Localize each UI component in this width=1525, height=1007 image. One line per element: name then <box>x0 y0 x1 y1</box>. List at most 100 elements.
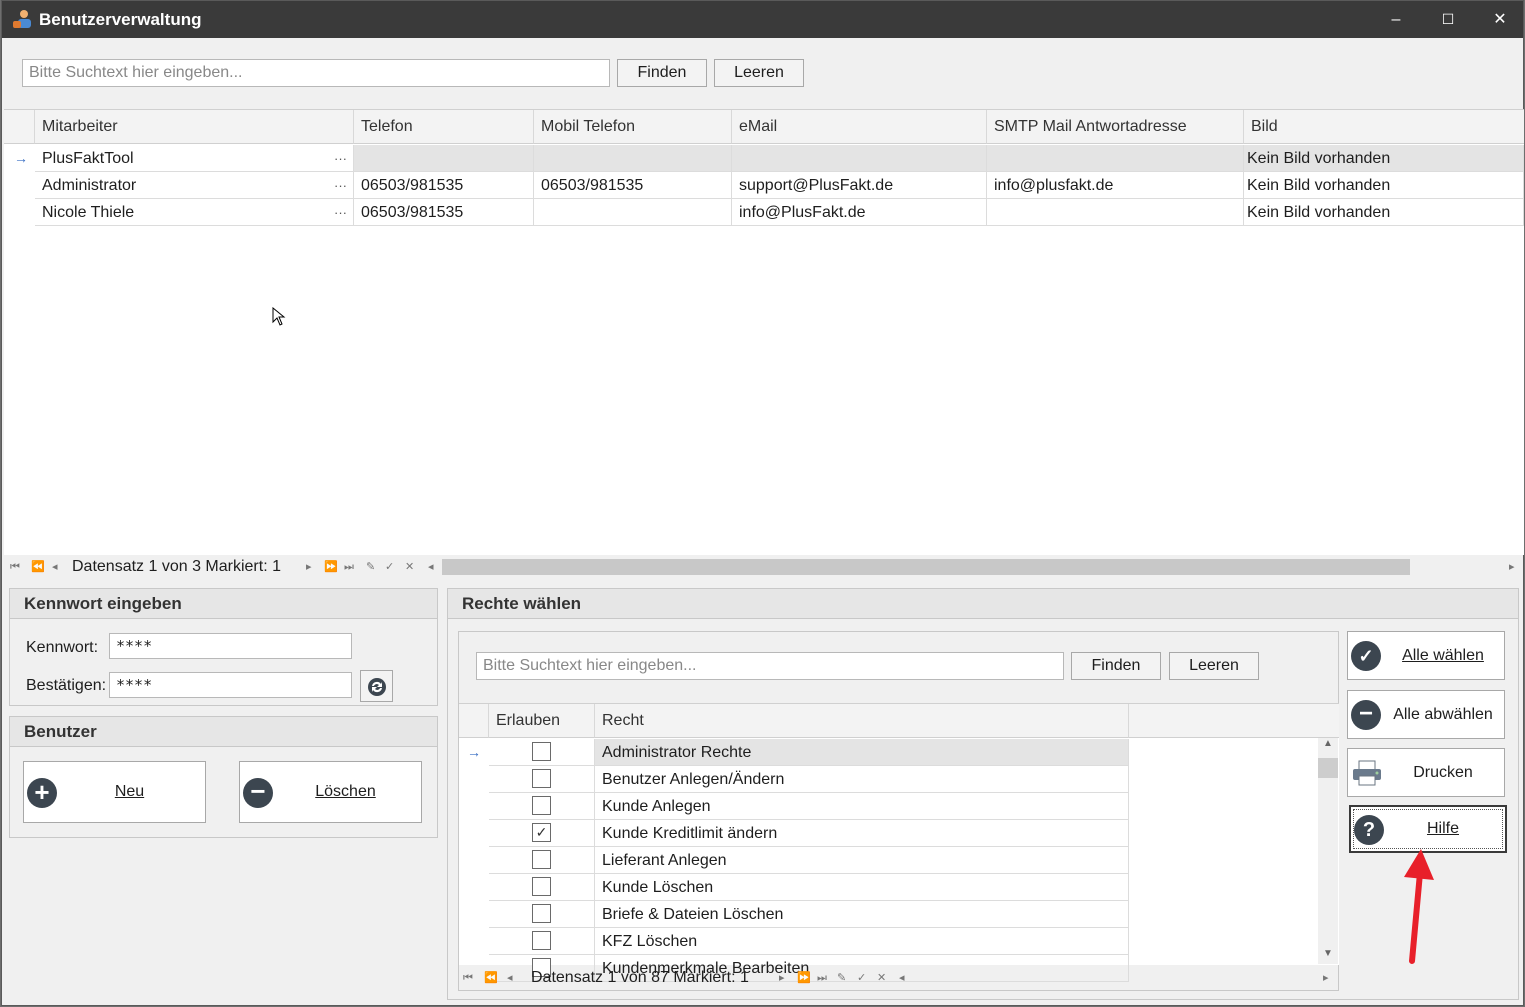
table-cell-recht[interactable]: Kunde Kreditlimit ändern <box>595 820 1129 847</box>
nav-first-icon[interactable]: ⏮ <box>463 967 473 989</box>
table-cell-mobil[interactable] <box>534 145 732 172</box>
nav-prev-page-icon[interactable]: ⏪ <box>31 556 45 578</box>
select-all-button[interactable]: ✓ Alle wählen <box>1347 631 1505 680</box>
ellipsis-button[interactable]: ··· <box>334 145 347 171</box>
minimize-button[interactable]: – <box>1370 1 1422 38</box>
allow-checkbox[interactable]: ✓ <box>532 823 551 842</box>
nav-prev-icon[interactable]: ◂ <box>52 556 58 578</box>
user-find-button[interactable]: Finden <box>617 59 707 87</box>
rights-clear-button[interactable]: Leeren <box>1169 652 1259 680</box>
allow-checkbox[interactable] <box>532 742 551 761</box>
nav-prev-page-icon[interactable]: ⏪ <box>484 967 498 989</box>
print-button[interactable]: Drucken <box>1347 748 1505 797</box>
table-cell-erlauben[interactable] <box>489 739 595 766</box>
allow-checkbox[interactable] <box>532 769 551 788</box>
table-cell-email[interactable] <box>732 145 987 172</box>
table-cell-bild[interactable]: Kein Bild vorhanden <box>1244 199 1524 226</box>
nav-next-page-icon[interactable]: ⏩ <box>797 967 811 989</box>
scroll-left-icon[interactable]: ◂ <box>428 556 434 578</box>
refresh-button[interactable] <box>360 670 393 702</box>
table-cell-bild[interactable]: Kein Bild vorhanden <box>1244 172 1524 199</box>
table-cell-mobil[interactable]: 06503/981535 <box>534 172 732 199</box>
scroll-left-icon[interactable]: ◂ <box>899 967 905 989</box>
user-clear-button[interactable]: Leeren <box>714 59 804 87</box>
nav-cancel-icon[interactable]: ✕ <box>877 967 886 989</box>
allow-checkbox[interactable] <box>532 850 551 869</box>
table-cell-recht[interactable]: Administrator Rechte <box>595 739 1129 766</box>
ellipsis-button[interactable]: ··· <box>334 199 347 225</box>
rights-find-button[interactable]: Finden <box>1071 652 1161 680</box>
checkmark-icon: ✓ <box>1351 641 1381 671</box>
table-cell-smtp[interactable] <box>987 199 1244 226</box>
scroll-up-icon[interactable]: ▲ <box>1323 738 1333 749</box>
scrollbar-thumb[interactable] <box>442 559 1410 575</box>
nav-prev-icon[interactable]: ◂ <box>507 967 513 989</box>
deselect-all-button[interactable]: − Alle abwählen <box>1347 690 1505 739</box>
table-cell-mitarbeiter[interactable]: Nicole Thiele ··· <box>35 199 354 226</box>
help-button[interactable]: ? Hilfe <box>1349 805 1507 853</box>
user-search-input[interactable]: Bitte Suchtext hier eingeben... <box>22 59 610 87</box>
table-cell-recht[interactable]: Lieferant Anlegen <box>595 847 1129 874</box>
table-cell-mitarbeiter[interactable]: PlusFaktTool ··· <box>35 145 354 172</box>
table-cell-erlauben[interactable] <box>489 847 595 874</box>
table-cell-recht[interactable]: Benutzer Anlegen/Ändern <box>595 766 1129 793</box>
col-header-erlauben[interactable]: Erlauben <box>489 704 595 738</box>
new-user-button[interactable]: + Neu <box>23 761 206 823</box>
password-field[interactable]: **** <box>109 633 352 659</box>
col-header-recht[interactable]: Recht <box>595 704 1129 738</box>
allow-checkbox[interactable] <box>532 904 551 923</box>
scroll-down-icon[interactable]: ▼ <box>1323 948 1333 959</box>
nav-next-icon[interactable]: ▸ <box>779 967 785 989</box>
horizontal-scrollbar[interactable]: ◂ ▸ <box>422 557 1522 577</box>
table-cell-recht[interactable]: Briefe & Dateien Löschen <box>595 901 1129 928</box>
close-button[interactable]: ✕ <box>1474 1 1525 38</box>
table-cell-mobil[interactable] <box>534 199 732 226</box>
scroll-right-icon[interactable]: ▸ <box>1509 556 1515 578</box>
rights-search-input[interactable]: Bitte Suchtext hier eingeben... <box>476 652 1064 680</box>
allow-checkbox[interactable] <box>532 877 551 896</box>
delete-user-button[interactable]: − Löschen <box>239 761 422 823</box>
nav-first-icon[interactable]: ⏮ <box>10 556 20 578</box>
table-cell-mitarbeiter[interactable]: Administrator ··· <box>35 172 354 199</box>
table-cell-telefon[interactable] <box>354 145 534 172</box>
allow-checkbox[interactable] <box>532 796 551 815</box>
scrollbar-thumb[interactable] <box>1318 758 1338 778</box>
table-cell-email[interactable]: info@PlusFakt.de <box>732 199 987 226</box>
table-cell-erlauben[interactable] <box>489 793 595 820</box>
table-cell-smtp[interactable] <box>987 145 1244 172</box>
nav-next-icon[interactable]: ▸ <box>306 556 312 578</box>
table-cell-telefon[interactable]: 06503/981535 <box>354 199 534 226</box>
nav-save-icon[interactable]: ✓ <box>857 967 866 989</box>
table-cell-telefon[interactable]: 06503/981535 <box>354 172 534 199</box>
ellipsis-button[interactable]: ··· <box>334 172 347 198</box>
table-cell-erlauben[interactable] <box>489 928 595 955</box>
nav-cancel-icon[interactable]: ✕ <box>405 556 414 578</box>
nav-last-icon[interactable]: ⏭ <box>344 556 354 578</box>
table-cell-bild[interactable]: Kein Bild vorhanden <box>1244 145 1524 172</box>
nav-edit-icon[interactable]: ✎ <box>837 967 846 989</box>
maximize-button[interactable]: ☐ <box>1422 1 1474 38</box>
table-cell-email[interactable]: support@PlusFakt.de <box>732 172 987 199</box>
allow-checkbox[interactable] <box>532 931 551 950</box>
col-header-bild[interactable]: Bild <box>1244 110 1524 144</box>
table-cell-erlauben[interactable] <box>489 874 595 901</box>
confirm-password-field[interactable]: **** <box>109 672 352 698</box>
col-header-telefon[interactable]: Telefon <box>354 110 534 144</box>
table-cell-recht[interactable]: Kunde Löschen <box>595 874 1129 901</box>
table-cell-recht[interactable]: KFZ Löschen <box>595 928 1129 955</box>
col-header-email[interactable]: eMail <box>732 110 987 144</box>
nav-next-page-icon[interactable]: ⏩ <box>324 556 338 578</box>
col-header-mobil[interactable]: Mobil Telefon <box>534 110 732 144</box>
table-cell-erlauben[interactable] <box>489 901 595 928</box>
scroll-right-icon[interactable]: ▸ <box>1323 967 1329 989</box>
rights-vertical-scrollbar[interactable]: ▲ ▼ <box>1318 738 1338 964</box>
table-cell-erlauben[interactable]: ✓ <box>489 820 595 847</box>
table-cell-erlauben[interactable] <box>489 766 595 793</box>
table-cell-smtp[interactable]: info@plusfakt.de <box>987 172 1244 199</box>
nav-save-icon[interactable]: ✓ <box>385 556 394 578</box>
nav-edit-icon[interactable]: ✎ <box>366 556 375 578</box>
nav-last-icon[interactable]: ⏭ <box>817 967 827 989</box>
table-cell-recht[interactable]: Kunde Anlegen <box>595 793 1129 820</box>
col-header-smtp[interactable]: SMTP Mail Antwortadresse <box>987 110 1244 144</box>
col-header-mitarbeiter[interactable]: Mitarbeiter <box>35 110 354 144</box>
